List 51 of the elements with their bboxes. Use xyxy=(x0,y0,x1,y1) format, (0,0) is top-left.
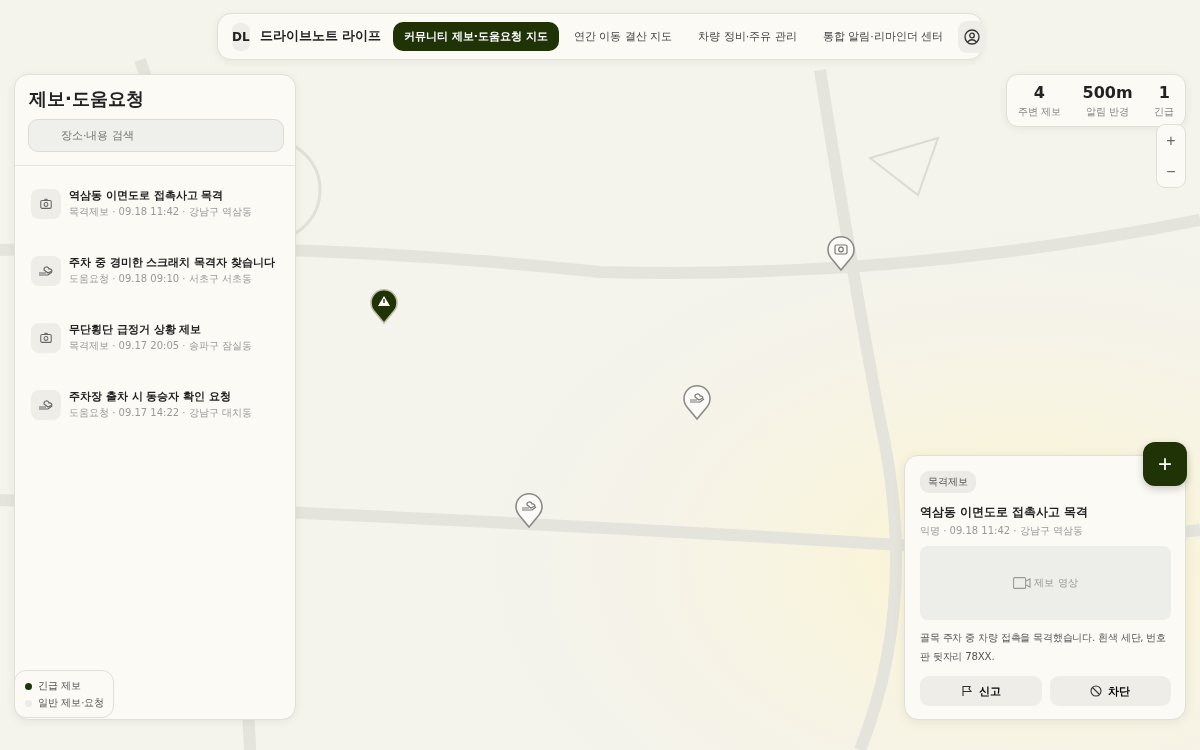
detail-description: 골목 주차 중 차량 접촉을 목격했습니다. 흰색 세단, 번호판 뒷자리 78XX. xyxy=(920,631,1167,664)
camera-pin-icon[interactable] xyxy=(825,234,857,272)
user-icon xyxy=(964,28,981,45)
stat-value: 4 xyxy=(1033,82,1045,102)
stat-value: 1 xyxy=(1158,82,1170,102)
profile-button[interactable] xyxy=(958,20,987,53)
item-meta: 목격제보 · 09.18 11:42 · 강남구 역삼동 xyxy=(69,205,252,219)
camera-icon xyxy=(31,322,61,353)
item-meta: 목격제보 · 09.17 20:05 · 송파구 잠실동 xyxy=(69,339,252,353)
item-title: 무단횡단 급정거 상황 제보 xyxy=(69,322,203,337)
detail-title: 역삼동 이면도로 접촉사고 목격 xyxy=(920,505,1088,520)
zoom-out-button[interactable]: − xyxy=(1157,156,1185,187)
legend-label: 일반 제보·요청 xyxy=(38,696,105,710)
search-field[interactable]: 장소·내용 검색 xyxy=(28,119,284,152)
category-tag: 목격제보 xyxy=(920,471,976,493)
hand-icon xyxy=(31,255,61,286)
report-list-item[interactable]: 무단횡단 급정거 상황 제보 목격제보 · 09.17 20:05 · 송파구 잠실동 xyxy=(15,310,295,365)
brand-name: 드라이브노트 라이프 xyxy=(259,28,381,45)
stat-label: 긴급 xyxy=(1154,104,1175,119)
hand-pin-icon[interactable] xyxy=(513,491,545,529)
item-title: 주차장 출차 시 동승자 확인 요청 xyxy=(69,389,233,404)
add-report-button[interactable]: + xyxy=(1143,442,1187,486)
video-icon xyxy=(1013,577,1032,589)
nav-tab[interactable]: 커뮤니티 제보·도움요청 지도 xyxy=(392,22,559,51)
stat-label: 알림 반경 xyxy=(1086,104,1130,119)
report-list-item[interactable]: 역삼동 이면도로 접촉사고 목격 목격제보 · 09.18 11:42 · 강남구 역삼동 xyxy=(15,176,295,231)
item-title: 역삼동 이면도로 접촉사고 목격 xyxy=(69,188,225,203)
report-button[interactable]: 신고 xyxy=(920,676,1042,706)
item-title: 주차 중 경미한 스크래치 목격자 찾습니다 xyxy=(69,255,276,270)
nav-tab[interactable]: 연간 이동 결산 지도 xyxy=(562,22,684,51)
detail-meta: 익명 · 09.18 11:42 · 강남구 역삼동 xyxy=(920,524,1083,538)
hand-pin-icon[interactable] xyxy=(681,383,713,421)
logo-badge: DL xyxy=(232,22,250,51)
panel-title: 제보·도움요청 xyxy=(29,87,145,111)
item-meta: 도움요청 · 09.17 14:22 · 강남구 대치동 xyxy=(69,406,252,420)
flag-icon xyxy=(960,685,973,697)
zoom-in-button[interactable]: + xyxy=(1157,125,1185,156)
hand-icon xyxy=(31,389,61,420)
legend-label: 긴급 제보 xyxy=(38,679,82,693)
block-button[interactable]: 차단 xyxy=(1049,676,1171,706)
nav-tab[interactable]: 통합 알림·리마인더 센터 xyxy=(811,22,955,51)
stat-label: 주변 제보 xyxy=(1017,104,1061,119)
video-label: 제보 영상 xyxy=(1034,576,1078,590)
stat-value: 500m xyxy=(1082,82,1133,102)
block-icon xyxy=(1090,685,1103,697)
report-list-item[interactable]: 주차 중 경미한 스크래치 목격자 찾습니다 도움요청 · 09.18 09:10 · 서초구 서초동 xyxy=(15,243,295,298)
item-meta: 도움요청 · 09.18 09:10 · 서초구 서초동 xyxy=(69,272,253,286)
warning-pin-icon[interactable] xyxy=(368,287,400,325)
camera-icon xyxy=(31,188,61,219)
report-list-item[interactable]: 주차장 출차 시 동승자 확인 요청 도움요청 · 09.17 14:22 · 강남구 대치동 xyxy=(15,377,295,432)
nav-tab[interactable]: 차량 정비·주유 관리 xyxy=(687,22,808,51)
